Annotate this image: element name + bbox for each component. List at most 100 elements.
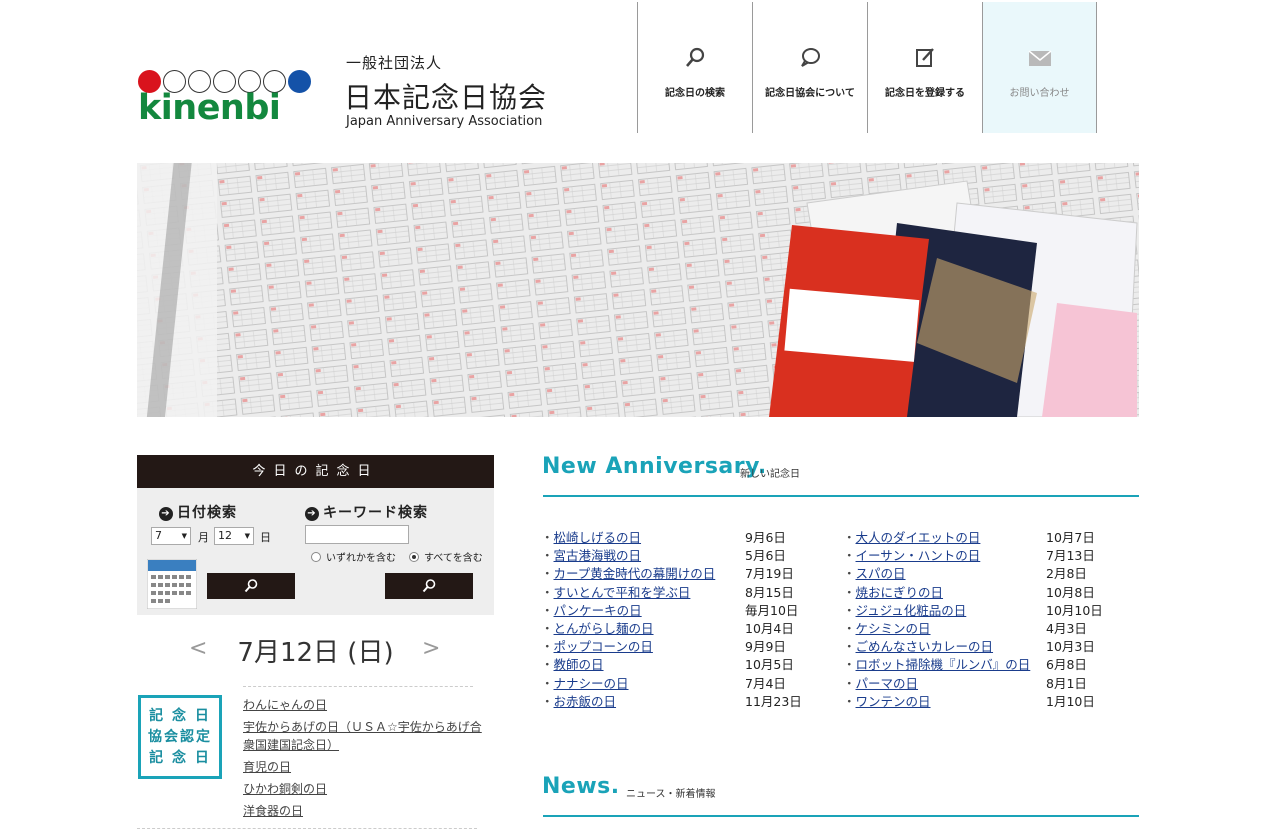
news-subtitle: ニュース・新着情報 — [626, 789, 716, 800]
nav-search[interactable]: 記念日の検索 — [637, 2, 752, 133]
anniversary-link[interactable]: パンケーキの日 — [554, 603, 642, 618]
anniversary-date: 7月13日 — [1046, 548, 1095, 564]
anniversary-row: ・パーマの日 8月1日 — [843, 673, 1143, 691]
anniversary-date: 11月23日 — [745, 693, 802, 709]
hero-banner-image — [137, 163, 1139, 417]
bullet: ・ — [541, 584, 554, 600]
radio-button-checked[interactable] — [409, 552, 419, 562]
anniversary-link[interactable]: 松崎しげるの日 — [554, 530, 642, 545]
bullet: ・ — [843, 620, 856, 636]
month-select[interactable]: 7 — [151, 527, 191, 545]
anniversary-link[interactable]: ごめんなさいカレーの日 — [856, 639, 994, 654]
current-date: 7月12日 (日) — [237, 638, 394, 668]
anniversary-row: ・お赤飯の日 11月23日 — [541, 691, 841, 709]
bullet: ・ — [843, 657, 856, 673]
anniversary-column-right: ・大人のダイエットの日 10月7日 ・イーサン・ハントの日 7月13日 ・スパの日 2月8… — [843, 527, 1143, 709]
anniversary-date: 10月8日 — [1046, 584, 1095, 600]
nav-label: お問い合わせ — [1009, 88, 1070, 99]
anniversary-row: ・とんがらし麺の日 10月4日 — [541, 618, 841, 636]
anniversary-link[interactable]: ナナシーの日 — [554, 676, 629, 691]
date-search-title: ➔ 日付検索 — [159, 502, 237, 522]
list-item[interactable]: 宇佐からあげの日（ＵＳＡ☆宇佐からあげ合衆国建国記念日） — [243, 718, 483, 754]
anniversary-date: 6月8日 — [1046, 657, 1087, 673]
anniversary-row: ・ケシミンの日 4月3日 — [843, 618, 1143, 636]
anniversary-row: ・ロボット掃除機『ルンバ』の日 6月8日 — [843, 654, 1143, 672]
mail-icon — [1028, 50, 1051, 66]
anniversary-link[interactable]: お赤飯の日 — [554, 694, 617, 709]
section-divider — [543, 495, 1139, 497]
anniversary-link[interactable]: ジュジュ化粧品の日 — [856, 603, 967, 618]
date-navigator: < 7月12日 (日) > — [137, 630, 494, 670]
anniversary-row: ・ポップコーンの日 9月9日 — [541, 636, 841, 654]
divider — [243, 686, 473, 687]
org-type: 一般社団法人 — [346, 54, 443, 72]
nav-register[interactable]: 記念日を登録する — [867, 2, 982, 133]
arrow-right-icon: ➔ — [159, 507, 173, 521]
bullet: ・ — [843, 530, 856, 545]
anniversary-row: ・すいとんで平和を学ぶ日 8月15日 — [541, 582, 841, 600]
anniversary-date: 10月7日 — [1046, 530, 1095, 545]
org-name-english: Japan Anniversary Association — [346, 114, 543, 129]
month-unit: 月 — [198, 531, 209, 544]
list-item[interactable]: 洋食器の日 — [243, 802, 483, 820]
bullet: ・ — [843, 584, 856, 600]
nav-label: 記念日の検索 — [665, 88, 725, 99]
anniversary-row: ・ワンテンの日 1月10日 — [843, 691, 1143, 709]
bullet: ・ — [843, 639, 856, 655]
anniversary-date: 7月19日 — [745, 566, 794, 582]
keyword-input[interactable] — [305, 525, 409, 544]
anniversary-link[interactable]: 宮古港海戦の日 — [554, 548, 642, 563]
anniversary-link[interactable]: ワンテンの日 — [856, 694, 931, 709]
bullet: ・ — [843, 693, 856, 709]
anniversary-link[interactable]: 教師の日 — [554, 657, 604, 672]
bullet: ・ — [541, 602, 554, 618]
nav-label: 記念日を登録する — [885, 88, 965, 99]
anniversary-link[interactable]: ケシミンの日 — [856, 621, 931, 636]
radio-all[interactable]: すべてを含む — [409, 549, 483, 564]
section-divider — [543, 815, 1139, 817]
bullet: ・ — [541, 657, 554, 673]
bullet: ・ — [541, 566, 554, 582]
anniversary-link[interactable]: パーマの日 — [856, 676, 919, 691]
arrow-right-icon: ➔ — [305, 507, 319, 521]
search-icon — [686, 47, 705, 67]
anniversary-link[interactable]: スパの日 — [856, 566, 906, 581]
new-anniversary-subtitle: 新しい記念日 — [740, 469, 800, 480]
anniversary-date: 毎月10日 — [745, 602, 799, 618]
anniversary-row: ・松崎しげるの日 9月6日 — [541, 527, 841, 545]
nav-about[interactable]: 記念日協会について — [752, 2, 867, 133]
anniversary-date: 10月10日 — [1046, 602, 1103, 618]
bullet: ・ — [541, 620, 554, 636]
bullet: ・ — [541, 675, 554, 691]
list-item[interactable]: 育児の日 — [243, 758, 483, 776]
anniversary-date: 4月3日 — [1046, 620, 1087, 636]
list-item[interactable]: わんにゃんの日 — [243, 696, 483, 714]
list-item[interactable]: ひかわ銅剣の日 — [243, 780, 483, 798]
date-search-button[interactable] — [207, 573, 295, 599]
anniversary-link[interactable]: すいとんで平和を学ぶ日 — [554, 585, 691, 600]
anniversary-row: ・ジュジュ化粧品の日 10月10日 — [843, 600, 1143, 618]
calendar-icon[interactable] — [147, 559, 197, 609]
anniversary-row: ・スパの日 2月8日 — [843, 563, 1143, 581]
anniversary-row: ・カープ黄金時代の幕開けの日 7月19日 — [541, 563, 841, 581]
news-title: News. — [542, 774, 620, 799]
anniversary-link[interactable]: ポップコーンの日 — [554, 639, 653, 654]
next-day-button[interactable]: > — [422, 636, 440, 661]
day-select[interactable]: 12 — [214, 527, 254, 545]
anniversary-link[interactable]: 焼おにぎりの日 — [856, 585, 944, 600]
anniversary-link[interactable]: カープ黄金時代の幕開けの日 — [554, 566, 716, 581]
keyword-search-button[interactable] — [385, 573, 473, 599]
anniversary-link[interactable]: ロボット掃除機『ルンバ』の日 — [856, 657, 1031, 672]
nav-contact[interactable]: お問い合わせ — [982, 2, 1097, 133]
anniversary-link[interactable]: とんがらし麺の日 — [554, 621, 654, 636]
anniversary-row: ・パンケーキの日 毎月10日 — [541, 600, 841, 618]
anniversary-link[interactable]: 大人のダイエットの日 — [856, 530, 981, 545]
radio-any[interactable]: いずれかを含む — [311, 549, 396, 564]
anniversary-date: 10月4日 — [745, 620, 794, 636]
anniversary-link[interactable]: イーサン・ハントの日 — [856, 548, 981, 563]
radio-button[interactable] — [311, 552, 321, 562]
today-anniversary-list: わんにゃんの日 宇佐からあげの日（ＵＳＡ☆宇佐からあげ合衆国建国記念日） 育児の… — [243, 696, 483, 824]
main-nav: 記念日の検索 記念日協会について 記念日を登録する お問い合わせ — [637, 2, 1097, 133]
site-logo[interactable]: kinenbi — [138, 70, 323, 126]
anniversary-row: ・教師の日 10月5日 — [541, 654, 841, 672]
